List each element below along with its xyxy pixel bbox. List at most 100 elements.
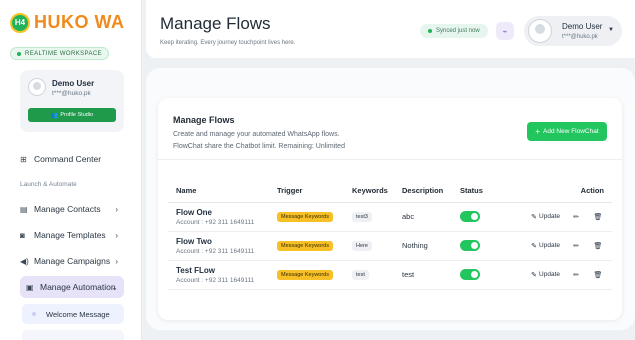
broadcast-button[interactable]: ⌁	[496, 22, 514, 40]
sidebar-subitem-next[interactable]	[22, 330, 124, 340]
flow-description: Nothing	[402, 231, 460, 261]
table-row: Flow Two Account : +92 311 1649111 Messa…	[168, 231, 612, 261]
update-label: Update	[539, 242, 560, 249]
flow-name[interactable]: Flow One	[176, 208, 277, 217]
update-label: Update	[539, 271, 560, 278]
edit-icon: ✎	[531, 242, 538, 250]
toggle-knob	[471, 242, 478, 249]
sidebar-item-label: Manage Campaigns	[34, 256, 111, 266]
workspace-label: REALTIME WORKSPACE	[25, 50, 102, 57]
flows-table: Name Trigger Keywords Description Status…	[168, 180, 612, 290]
flow-account: Account : +92 311 1649111	[176, 218, 255, 226]
trigger-badge: Message Keywords	[277, 212, 333, 222]
card-description: Create and manage your automated WhatsAp…	[173, 129, 403, 153]
chevron-right-icon: ›	[115, 230, 118, 240]
add-flowchat-label: Add New FlowChat	[543, 128, 599, 135]
flow-description: test	[402, 260, 460, 290]
sync-status-badge: Synced just now	[420, 24, 488, 38]
update-button[interactable]: ✎ Update	[531, 213, 560, 221]
broadcast-icon: ⌁	[502, 26, 508, 36]
plus-icon: +	[535, 127, 541, 136]
sidebar-item-label: Manage Contacts	[34, 204, 101, 214]
table-row: Flow One Account : +92 311 1649111 Messa…	[168, 202, 612, 232]
page-header: Manage Flows Keep iterating. Every journ…	[146, 0, 635, 58]
status-toggle[interactable]	[460, 269, 480, 280]
brand-name: HUKO WA	[34, 12, 125, 32]
user-card: Demo User t***@huko.pk 👥 Profile Studio	[20, 70, 124, 132]
flow-name[interactable]: Test FLow	[176, 266, 277, 275]
pencil-icon[interactable]: ✏	[570, 271, 582, 279]
flows-card: Manage Flows Create and manage your auto…	[158, 98, 622, 320]
sidebar-item-templates[interactable]: ◙ Manage Templates ›	[20, 224, 124, 246]
automation-icon: ▣	[26, 282, 34, 292]
column-header-action: Action	[518, 180, 612, 203]
keyword-badge: Here	[352, 241, 372, 251]
pencil-icon[interactable]: ✏	[570, 242, 582, 250]
header-user-email: t***@huko.pk	[562, 34, 598, 40]
status-dot-icon	[428, 29, 432, 33]
sidebar-item-label: Command Center	[34, 154, 102, 164]
status-toggle[interactable]	[460, 211, 480, 222]
keyword-badge: test3	[352, 212, 372, 222]
card-desc-line: Create and manage your automated WhatsAp…	[173, 131, 340, 138]
sync-label: Synced just now	[436, 28, 480, 34]
add-flowchat-button[interactable]: + Add New FlowChat	[527, 122, 607, 141]
sidebar-item-command-center[interactable]: ⊞ Command Center	[20, 148, 124, 170]
user-email: t***@huko.pk	[52, 90, 91, 97]
trigger-badge: Message Keywords	[277, 241, 333, 251]
status-dot-icon	[17, 51, 21, 56]
avatar	[28, 78, 46, 96]
template-icon: ◙	[20, 230, 25, 240]
contacts-icon: ▤	[20, 204, 28, 214]
caret-down-icon: ▼	[608, 27, 614, 33]
toggle-knob	[471, 271, 478, 278]
update-button[interactable]: ✎ Update	[531, 242, 560, 250]
column-header-trigger: Trigger	[277, 180, 352, 203]
sidebar: H4 HUKO WA REALTIME WORKSPACE Demo User …	[0, 0, 142, 340]
card-desc-line: FlowChat share the Chatbot limit. Remain…	[173, 143, 345, 150]
page-subtitle: Keep iterating. Every journey touchpoint…	[160, 40, 296, 46]
trash-icon[interactable]: 🗑	[592, 213, 604, 221]
trash-icon[interactable]: 🗑	[592, 242, 604, 250]
bullet-icon	[32, 312, 36, 316]
keyword-badge: test	[352, 270, 369, 280]
trigger-badge: Message Keywords	[277, 270, 333, 280]
flow-account: Account : +92 311 1649111	[176, 276, 255, 284]
sidebar-item-label: Manage Automation	[40, 282, 116, 292]
row-actions: ✎ Update ✏ 🗑	[518, 242, 604, 250]
sidebar-item-contacts[interactable]: ▤ Manage Contacts ›	[20, 198, 124, 220]
sidebar-item-campaigns[interactable]: ◀) Manage Campaigns ›	[20, 250, 124, 272]
profile-studio-button[interactable]: 👥 Profile Studio	[28, 108, 116, 122]
column-header-name: Name	[168, 180, 277, 203]
edit-icon: ✎	[531, 271, 538, 279]
workspace-badge: REALTIME WORKSPACE	[10, 47, 109, 60]
column-header-description: Description	[402, 180, 460, 203]
user-name: Demo User	[52, 79, 95, 88]
update-button[interactable]: ✎ Update	[531, 271, 560, 279]
chevron-right-icon: ›	[115, 204, 118, 214]
card-title: Manage Flows	[173, 115, 235, 125]
row-actions: ✎ Update ✏ 🗑	[518, 271, 604, 279]
megaphone-icon: ◀)	[20, 256, 29, 266]
flow-description: abc	[402, 202, 460, 232]
flow-account: Account : +92 311 1649111	[176, 247, 255, 255]
sidebar-subitem-label: Welcome Message	[46, 309, 110, 319]
flow-name[interactable]: Flow Two	[176, 237, 277, 246]
column-header-status: Status	[460, 180, 518, 203]
status-toggle[interactable]	[460, 240, 480, 251]
chevron-down-icon: ⌄	[111, 282, 118, 292]
header-user-name: Demo User	[562, 22, 603, 31]
column-header-keywords: Keywords	[352, 180, 402, 203]
card-header: Manage Flows Create and manage your auto…	[158, 98, 622, 160]
trash-icon[interactable]: 🗑	[592, 271, 604, 279]
sidebar-item-automation[interactable]: ▣ Manage Automation ⌄	[20, 276, 124, 298]
user-menu[interactable]: Demo User t***@huko.pk ▼	[524, 16, 622, 46]
brand-badge-icon: H4	[10, 12, 30, 33]
toggle-knob	[471, 213, 478, 220]
grid-icon: ⊞	[20, 154, 27, 164]
nav-section-label: Launch & Automate	[20, 181, 77, 188]
pencil-icon[interactable]: ✏	[570, 213, 582, 221]
sidebar-subitem-welcome[interactable]: Welcome Message	[22, 304, 124, 324]
row-actions: ✎ Update ✏ 🗑	[518, 213, 604, 221]
brand-logo[interactable]: H4 HUKO WA	[10, 12, 125, 33]
